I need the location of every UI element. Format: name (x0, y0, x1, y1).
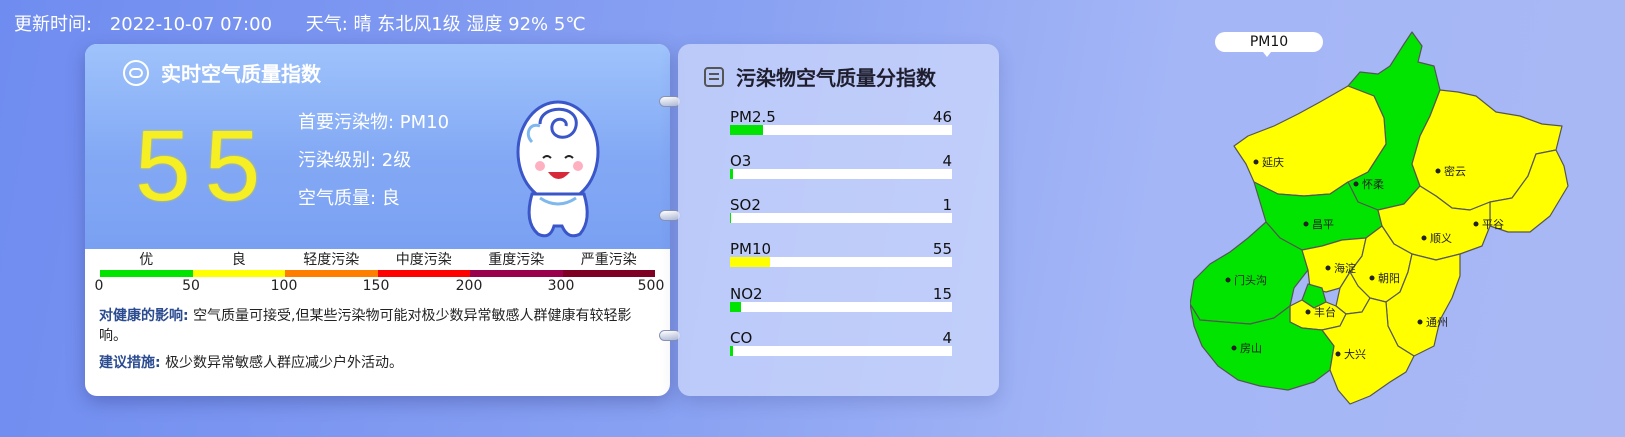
map-label-huairou: 怀柔 (1362, 178, 1384, 191)
update-time-value: 2022-10-07 07:00 (109, 14, 273, 35)
aqi-scale-ticks: 0 50 100 150 200 300 500 (91, 278, 666, 296)
health-impact-label: 对健康的影响: (99, 308, 189, 324)
health-impact: 对健康的影响: 空气质量可接受,但某些污染物可能对极少数异常敏感人群健康有较轻影… (99, 306, 659, 346)
pollutant-value: 55 (932, 240, 952, 258)
mascot-icon (516, 100, 600, 238)
pollutant-value: 1 (942, 196, 952, 214)
aqi-value: 55 (135, 110, 275, 222)
pollutant-value: 4 (942, 329, 952, 347)
weather-info: 天气: 晴 东北风1级 湿度 92% 5℃ (305, 14, 586, 35)
primary-pollutant: 首要污染物: PM10 (298, 112, 450, 133)
scale-segment (100, 270, 193, 277)
scale-segment (562, 270, 655, 277)
update-time-label: 更新时间: (14, 14, 93, 35)
map-label-fangshan: 房山 (1240, 342, 1262, 355)
aqi-title: 实时空气质量指数 (123, 58, 321, 87)
pollutant-name: CO (730, 329, 753, 347)
beijing-district-map[interactable]: 延庆 怀柔 密云 昌平 平谷 顺义 门头沟 海淀 朝阳 丰台 房山 通州 大兴 (1190, 26, 1620, 426)
scale-label: 优 (139, 252, 154, 268)
map-label-shunyi: 顺义 (1430, 232, 1452, 245)
map-label-pinggu: 平谷 (1482, 218, 1504, 231)
aqi-card-header: 实时空气质量指数 55 首要污染物: PM10 污染级别: 2级 空气质量: 良 (85, 44, 670, 249)
scale-label: 中度污染 (395, 252, 452, 268)
aqi-scale-labels: 优 良 轻度污染 中度污染 重度污染 严重污染 (100, 249, 655, 268)
aqi-card: 实时空气质量指数 55 首要污染物: PM10 污染级别: 2级 空气质量: 良… (85, 44, 670, 396)
scale-tick: 0 (94, 278, 104, 294)
pollutant-row: CO 4 (730, 329, 952, 369)
pollution-level: 污染级别: 2级 (298, 150, 412, 171)
map-label-chaoyang: 朝阳 (1378, 272, 1400, 285)
map-label-miyun: 密云 (1444, 164, 1466, 178)
scale-label: 严重污染 (580, 252, 637, 268)
pollutant-bar (730, 125, 764, 135)
aqi-title-text: 实时空气质量指数 (161, 62, 321, 86)
pollutant-name: O3 (730, 152, 752, 170)
pollutant-row: NO2 15 (730, 285, 952, 325)
list-icon (704, 66, 724, 87)
pollutant-bar (730, 346, 733, 356)
pollutant-bar (730, 302, 742, 312)
pollutant-bar (730, 257, 770, 267)
scale-tick: 100 (270, 278, 298, 294)
scale-label: 良 (231, 252, 246, 268)
scale-segment (192, 270, 285, 277)
pollutant-value: 4 (942, 152, 952, 170)
pollutant-value: 46 (932, 108, 952, 126)
map-label-tongzhou: 通州 (1426, 316, 1448, 329)
scale-tick: 150 (362, 278, 390, 294)
scale-label: 重度污染 (488, 252, 545, 268)
aqi-scale-bar (100, 270, 655, 277)
pollutant-row: O3 4 (730, 152, 952, 192)
scale-tick: 500 (637, 278, 665, 294)
pollutant-name: NO2 (730, 285, 763, 303)
pollutant-title-text: 污染物空气质量分指数 (736, 66, 936, 90)
pollutant-bar (730, 169, 733, 179)
pollutant-bar (730, 213, 732, 223)
status-bar: 更新时间: 2022-10-07 07:00 天气: 晴 东北风1级 湿度 92… (14, 10, 598, 36)
map-label-fengtai: 丰台 (1314, 305, 1336, 319)
pollutant-title: 污染物空气质量分指数 (704, 62, 936, 91)
air-quality: 空气质量: 良 (298, 188, 400, 209)
advice-text: 极少数异常敏感人群应减少户外活动。 (165, 355, 404, 371)
pollutant-value: 15 (932, 285, 952, 303)
map-label-mentougou: 门头沟 (1234, 273, 1267, 287)
map-label-daxing: 大兴 (1344, 347, 1366, 361)
pollutant-name: PM2.5 (730, 108, 776, 126)
scale-tick: 300 (547, 278, 575, 294)
pollutant-name: SO2 (730, 196, 761, 214)
advice-label: 建议措施: (99, 355, 161, 371)
cloud-icon (123, 59, 149, 86)
scale-label: 轻度污染 (303, 252, 360, 268)
pollutant-row: SO2 1 (730, 196, 952, 236)
map-label-haidian: 海淀 (1334, 261, 1356, 275)
aqi-info: 首要污染物: PM10 污染级别: 2级 空气质量: 良 (298, 104, 449, 218)
map-label-yanqing: 延庆 (1262, 155, 1284, 169)
pollutant-row: PM10 55 (730, 240, 952, 280)
map-label-changping: 昌平 (1312, 218, 1334, 231)
pollutant-row: PM2.5 46 (730, 108, 952, 148)
scale-segment (285, 270, 378, 277)
scale-tick: 50 (182, 278, 200, 294)
scale-tick: 200 (455, 278, 483, 294)
scale-segment (377, 270, 470, 277)
scale-segment (470, 270, 563, 277)
pollutant-name: PM10 (730, 240, 772, 258)
pollutant-card: 污染物空气质量分指数 PM2.5 46 O3 4 SO2 1 PM10 55 N… (678, 44, 999, 396)
advice: 建议措施: 极少数异常敏感人群应减少户外活动。 (99, 352, 659, 372)
